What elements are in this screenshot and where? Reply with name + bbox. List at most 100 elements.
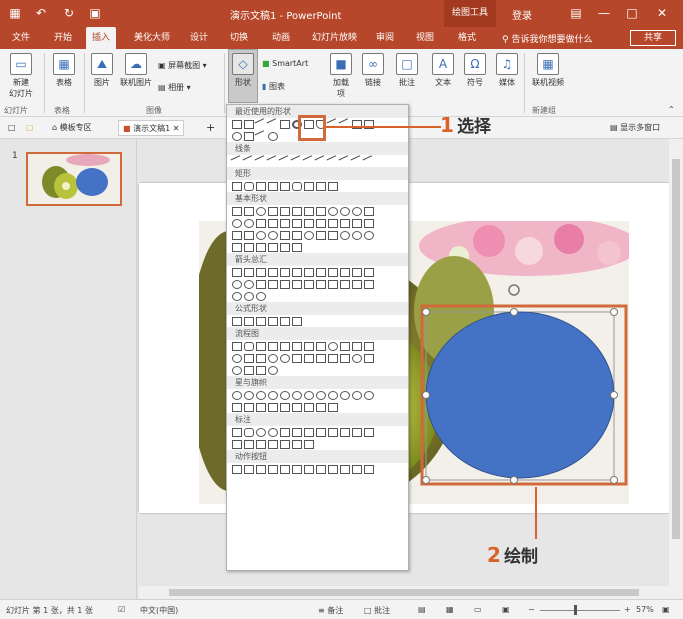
action-button-icon[interactable] <box>316 464 326 474</box>
reading-view-icon[interactable]: ▭ <box>474 605 482 614</box>
zoom-in-icon[interactable]: + <box>624 605 631 614</box>
line-shape-icon[interactable] <box>302 154 316 168</box>
star-shape-icon[interactable] <box>256 390 266 400</box>
arrow-shape-icon[interactable] <box>328 267 338 277</box>
album-button[interactable]: ▤ 相册 ▾ <box>158 82 191 93</box>
slide-thumbnail[interactable] <box>26 152 122 206</box>
star-shape-icon[interactable] <box>328 390 338 400</box>
folder-icon[interactable]: ▢ <box>22 120 38 136</box>
star-shape-icon[interactable] <box>268 390 278 400</box>
save-icon[interactable]: ▦ <box>8 6 22 20</box>
online-picture-button[interactable]: ☁ 联机图片 <box>118 53 154 88</box>
horizontal-scrollbar[interactable] <box>139 586 669 599</box>
resize-handle[interactable] <box>610 476 618 484</box>
zoom-out-icon[interactable]: − <box>528 605 535 614</box>
flowchart-shape-icon[interactable] <box>244 365 254 375</box>
resize-handle[interactable] <box>422 476 430 484</box>
customize-icon[interactable]: ▣ <box>88 6 102 20</box>
rounded-rectangle-shape-icon[interactable] <box>244 181 254 191</box>
flowchart-shape-icon[interactable] <box>256 365 266 375</box>
arrow-shape-icon[interactable] <box>340 279 350 289</box>
spellcheck-icon[interactable]: ☑ <box>118 605 125 614</box>
callout-shape-icon[interactable] <box>292 427 302 437</box>
line-shape-icon[interactable] <box>254 154 268 168</box>
line-shape-icon[interactable] <box>242 154 256 168</box>
arrow-shape-icon[interactable] <box>280 279 290 289</box>
banner-shape-icon[interactable] <box>256 402 266 412</box>
tab-beautify[interactable]: 美化大师 <box>128 27 176 49</box>
add-tab-icon[interactable]: + <box>202 120 219 136</box>
plus-shape-icon[interactable] <box>232 316 242 326</box>
doc-tab-templates[interactable]: ⌂ 模板专区 <box>48 120 96 136</box>
equal-shape-icon[interactable] <box>280 316 290 326</box>
moon-shape-icon[interactable] <box>352 230 362 240</box>
arrow-shape-icon[interactable] <box>292 279 302 289</box>
minus-shape-icon[interactable] <box>244 316 254 326</box>
arrow-shape-icon[interactable] <box>280 267 290 277</box>
flowchart-shape-icon[interactable] <box>268 353 278 363</box>
star-shape-icon[interactable] <box>352 390 362 400</box>
undo-icon[interactable]: ↶ <box>34 6 48 20</box>
flowchart-shape-icon[interactable] <box>268 341 278 351</box>
banner-shape-icon[interactable] <box>328 402 338 412</box>
new-slide-button[interactable]: ▭ 新建 幻灯片 <box>6 53 36 99</box>
flowchart-shape-icon[interactable] <box>352 341 362 351</box>
callout-shape-icon[interactable] <box>280 439 290 449</box>
action-button-icon[interactable] <box>328 464 338 474</box>
arrow-shape-icon[interactable] <box>232 279 242 289</box>
normal-view-icon[interactable]: ▤ <box>418 605 426 614</box>
notes-button[interactable]: ≡ 备注 <box>318 605 343 616</box>
basic-shape-icon[interactable] <box>256 230 266 240</box>
doc-tab-presentation[interactable]: ■ 演示文稿1 ✕ <box>118 120 185 136</box>
divide-shape-icon[interactable] <box>268 316 278 326</box>
vertical-scrollbar[interactable] <box>669 139 683 599</box>
tab-animations[interactable]: 动画 <box>266 27 296 49</box>
action-button-icon[interactable] <box>364 464 374 474</box>
basic-shape-icon[interactable] <box>232 206 242 216</box>
sun-shape-icon[interactable] <box>340 230 350 240</box>
flowchart-shape-icon[interactable] <box>340 353 350 363</box>
arrow-shape-icon[interactable] <box>328 279 338 289</box>
arrow-shape-icon[interactable] <box>244 291 254 301</box>
line-shape-icon[interactable] <box>278 154 292 168</box>
tab-view[interactable]: 视图 <box>410 27 440 49</box>
arrow-shape-icon[interactable] <box>268 279 278 289</box>
callout-shape-icon[interactable] <box>364 427 374 437</box>
vertical-textbox-shape-icon[interactable] <box>244 119 254 129</box>
action-button-icon[interactable] <box>352 464 362 474</box>
basic-shape-icon[interactable] <box>244 206 254 216</box>
basic-shape-icon[interactable] <box>340 218 350 228</box>
zoom-slider-track[interactable] <box>540 610 620 611</box>
line-shape-icon[interactable] <box>362 154 376 168</box>
shapes-button-face[interactable]: ◇ 形状 <box>228 53 258 88</box>
basic-shape-icon[interactable] <box>268 230 278 240</box>
screenshot-button[interactable]: ▣ 屏幕截图 ▾ <box>158 60 207 71</box>
star-shape-icon[interactable] <box>232 390 242 400</box>
action-button-icon[interactable] <box>304 464 314 474</box>
rectangle-shape-icon[interactable] <box>316 181 326 191</box>
line-shape-icon[interactable] <box>290 154 304 168</box>
star-shape-icon[interactable] <box>364 390 374 400</box>
comments-button[interactable]: □ 批注 <box>364 605 390 616</box>
star-shape-icon[interactable] <box>316 390 326 400</box>
symbol-button[interactable]: Ω 符号 <box>462 53 488 88</box>
banner-shape-icon[interactable] <box>304 402 314 412</box>
tab-insert[interactable]: 插入 <box>86 27 117 49</box>
action-button-icon[interactable] <box>340 464 350 474</box>
language[interactable]: 中文(中国) <box>140 605 178 616</box>
arrow-shape-icon[interactable] <box>352 279 362 289</box>
tell-me-search[interactable]: ⚲ 告诉我你想要做什么 <box>502 32 592 45</box>
tab-transitions[interactable]: 切换 <box>224 27 254 49</box>
flowchart-shape-icon[interactable] <box>316 353 326 363</box>
basic-shape-icon[interactable] <box>280 218 290 228</box>
star-shape-icon[interactable] <box>244 390 254 400</box>
action-button-icon[interactable] <box>292 464 302 474</box>
basic-shape-icon[interactable] <box>268 218 278 228</box>
tab-slideshow[interactable]: 幻灯片放映 <box>306 27 363 49</box>
fit-slide-icon[interactable]: ▣ <box>662 605 670 614</box>
callout-shape-icon[interactable] <box>292 439 302 449</box>
rectangle-shape-icon[interactable] <box>256 181 266 191</box>
callout-shape-icon[interactable] <box>304 427 314 437</box>
basic-shape-icon[interactable] <box>244 230 254 240</box>
line-shape-icon[interactable] <box>326 154 340 168</box>
